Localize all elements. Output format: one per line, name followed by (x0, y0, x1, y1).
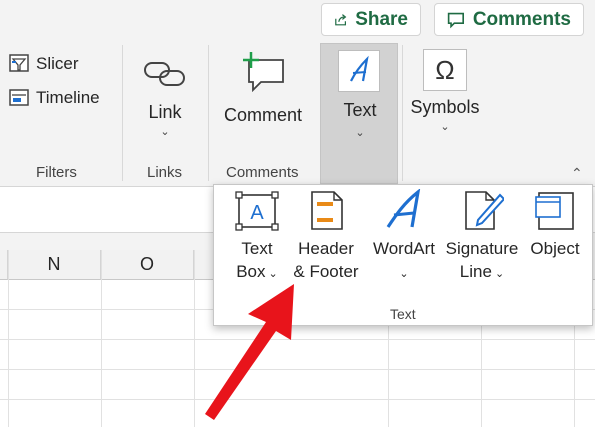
header-footer-label-2: & Footer (293, 262, 359, 281)
group-divider (208, 45, 209, 181)
wordart-label: WordArt (372, 239, 436, 258)
signature-line-button[interactable]: Signature Line ⌄ (442, 189, 522, 286)
group-divider (122, 45, 123, 181)
wordart-icon (386, 189, 421, 228)
comments-group-label: Comments (226, 164, 299, 181)
slicer-icon (9, 54, 29, 72)
text-icon-box (338, 50, 380, 92)
column-header[interactable] (0, 250, 8, 280)
share-icon (335, 13, 347, 25)
gridline (8, 250, 9, 427)
chevron-down-icon: ⌄ (265, 268, 278, 280)
wordart-button[interactable]: WordArt ⌄ (366, 189, 442, 286)
slicer-button[interactable]: Slicer (8, 51, 79, 77)
ribbon: Share Comments Slicer Timeline Filters L… (0, 0, 595, 186)
object-icon (535, 192, 574, 230)
column-letter: O (139, 254, 154, 274)
timeline-icon (9, 89, 29, 106)
chevron-down-icon: ⌄ (491, 268, 505, 280)
comment-label: Comment (223, 105, 303, 125)
share-label: Share (355, 8, 408, 30)
svg-text:A: A (250, 202, 264, 224)
timeline-label: Timeline (36, 88, 100, 107)
chevron-down-icon: ⌄ (160, 126, 170, 138)
timeline-button[interactable]: Timeline (8, 85, 100, 111)
text-button[interactable]: Text ⌄ (320, 43, 398, 184)
text-box-label-2: Box (236, 262, 266, 281)
text-label: Text (343, 100, 377, 120)
text-group-label: Text (390, 306, 416, 322)
chevron-down-icon: ⌄ (355, 127, 365, 139)
header-footer-button[interactable]: Header & Footer (288, 189, 364, 283)
column-header-o[interactable]: O (101, 250, 194, 280)
object-button[interactable]: Object (524, 189, 586, 260)
filters-group-label: Filters (36, 164, 77, 181)
signature-line-icon (465, 191, 504, 230)
chevron-down-icon: ⌄ (440, 121, 450, 133)
omega-icon: Ω (423, 49, 467, 91)
text-box-button[interactable]: A Text Box ⌄ (228, 189, 286, 286)
object-label: Object (530, 239, 580, 258)
slicer-label: Slicer (36, 54, 79, 73)
gridline (194, 250, 195, 427)
symbols-label: Symbols (410, 97, 480, 117)
collapse-ribbon-icon[interactable]: ⌃ (571, 165, 583, 182)
comment-bubble-icon (447, 12, 465, 28)
signature-label-2: Line (459, 262, 492, 281)
comments-label: Comments (472, 8, 571, 30)
new-comment-icon (243, 52, 284, 93)
text-a-icon (350, 55, 369, 82)
chevron-down-icon: ⌄ (399, 268, 409, 280)
links-group-label: Links (147, 164, 183, 181)
share-button[interactable]: Share (321, 3, 421, 36)
column-letter: N (47, 254, 61, 274)
column-header-n[interactable]: N (8, 250, 101, 280)
comments-button[interactable]: Comments (434, 3, 584, 36)
text-dropdown-panel: A Text Box ⌄ Header & Footer WordArt ⌄ S… (213, 184, 593, 326)
link-label: Link (148, 102, 182, 122)
link-icon (144, 62, 185, 86)
signature-label-1: Signature (445, 239, 519, 258)
header-footer-label-1: Header (298, 239, 354, 258)
gridline (101, 250, 102, 427)
link-button[interactable]: Link ⌄ (140, 55, 190, 138)
text-box-label-1: Text (241, 239, 273, 258)
header-footer-icon (311, 191, 343, 230)
new-comment-button[interactable]: Comment (222, 50, 304, 126)
symbols-button[interactable]: Ω Symbols ⌄ (408, 49, 482, 133)
group-divider (402, 45, 403, 181)
text-box-icon: A (235, 191, 279, 231)
